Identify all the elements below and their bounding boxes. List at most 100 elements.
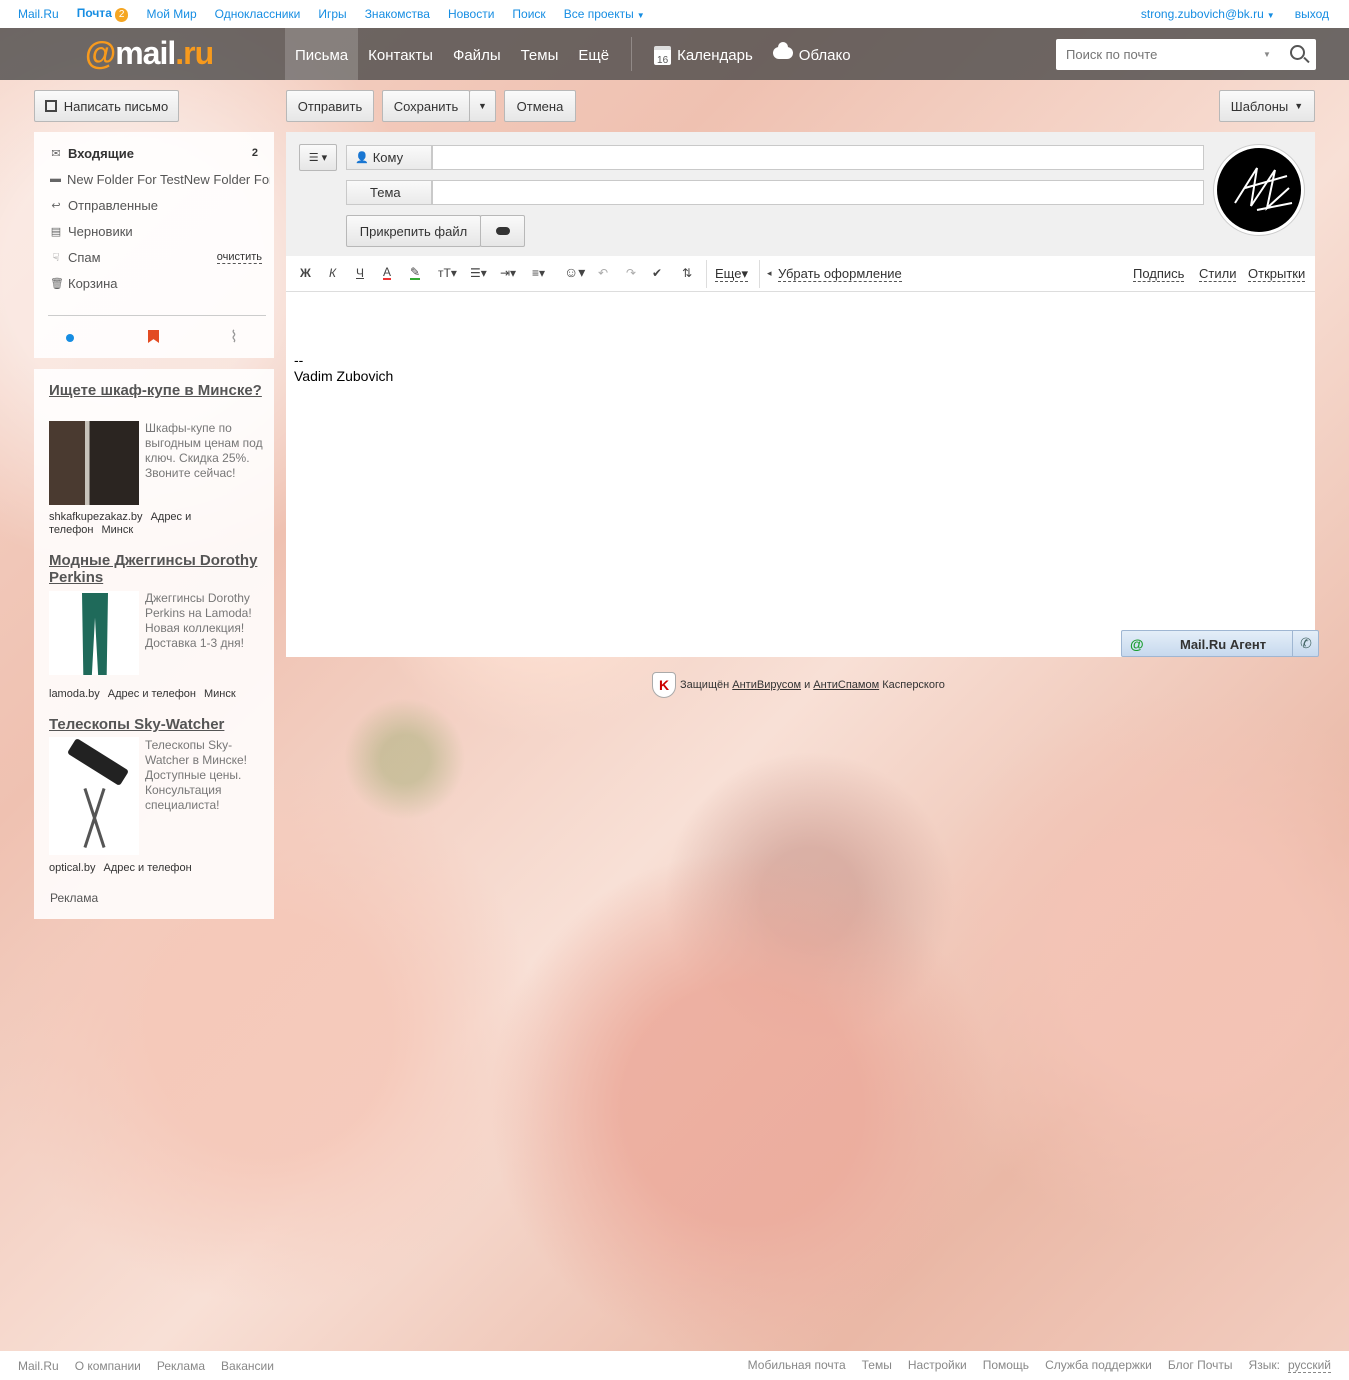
text-color-icon[interactable]: A xyxy=(383,266,392,280)
nav-contacts[interactable]: Контакты xyxy=(358,28,443,80)
nav-more[interactable]: Ещё xyxy=(568,28,619,80)
search-input[interactable] xyxy=(1056,39,1256,70)
signature-separator: -- xyxy=(294,352,304,368)
footer-link-ads[interactable]: Реклама xyxy=(157,1359,205,1373)
emoji-icon[interactable]: ☺▾ xyxy=(564,264,585,281)
italic-button[interactable]: К xyxy=(329,266,336,280)
cancel-button[interactable]: Отмена xyxy=(504,90,576,122)
footer-link-jobs[interactable]: Вакансии xyxy=(221,1359,274,1373)
ad-site[interactable]: shkafkupezakaz.by xyxy=(49,511,143,523)
ad-site[interactable]: optical.by xyxy=(49,862,95,874)
folder-label: Черновики xyxy=(68,223,133,239)
unread-filter-icon[interactable] xyxy=(66,334,74,342)
compose-button-label: Написать письмо xyxy=(63,98,169,114)
folder-drafts[interactable]: ▤ Черновики xyxy=(50,221,270,241)
portal-link-search[interactable]: Поиск xyxy=(512,7,545,21)
nav-letters[interactable]: Письма xyxy=(285,28,359,80)
signature-link[interactable]: Подпись xyxy=(1133,267,1185,282)
footer-link-about[interactable]: О компании xyxy=(75,1359,141,1373)
portal-link-all-projects[interactable]: Все проекты ▼ xyxy=(564,7,645,21)
message-body[interactable]: -- Vadim Zubovich xyxy=(294,352,393,384)
nav-cloud[interactable]: Облако xyxy=(763,28,861,80)
translit-icon[interactable]: ⇅ xyxy=(682,266,692,280)
ad-title[interactable]: Модные Джеггинсы Dorothy Perkins xyxy=(49,552,264,586)
antispam-link[interactable]: АнтиСпамом xyxy=(813,679,879,691)
search-icon[interactable] xyxy=(1290,45,1305,60)
align-icon[interactable]: ☰▾ xyxy=(470,266,487,280)
folder-trash[interactable]: 🗑 Корзина xyxy=(50,273,270,293)
footer-link-mobile[interactable]: Мобильная почта xyxy=(748,1358,846,1373)
ad-address[interactable]: Адрес и телефон xyxy=(103,862,191,874)
to-label[interactable]: 👤 Кому xyxy=(346,145,432,170)
recipients-menu-button[interactable]: ☰ ▾ xyxy=(299,144,337,171)
footer-link-help[interactable]: Помощь xyxy=(983,1358,1029,1373)
spellcheck-icon[interactable]: ✔ xyxy=(652,266,662,280)
attach-file-button[interactable]: Прикрепить файл xyxy=(346,215,481,247)
save-button[interactable]: Сохранить xyxy=(382,90,470,122)
phone-icon[interactable]: ✆ xyxy=(1292,631,1319,656)
underline-button[interactable]: Ч xyxy=(356,266,364,280)
indent-icon[interactable]: ⇥▾ xyxy=(500,266,516,280)
mailru-logo[interactable]: @mail.ru xyxy=(85,35,214,72)
postcards-link[interactable]: Открытки xyxy=(1248,267,1306,282)
footer-lang-label: Язык: xyxy=(1248,1358,1280,1372)
footer-link-settings[interactable]: Настройки xyxy=(908,1358,967,1373)
antivirus-link[interactable]: АнтиВирусом xyxy=(732,679,801,691)
folder-label: Спам xyxy=(68,249,101,265)
footer-link-blog[interactable]: Блог Почты xyxy=(1168,1358,1233,1373)
bold-button[interactable]: Ж xyxy=(300,266,311,280)
portal-link-mail[interactable]: Почта 2 xyxy=(77,6,129,22)
more-formatting-button[interactable]: Еще▾ xyxy=(715,267,748,282)
list-icon[interactable]: ≡▾ xyxy=(532,266,545,280)
folder-inbox[interactable]: ✉ Входящие 2 xyxy=(50,143,270,163)
ad-image-jeggings[interactable] xyxy=(49,591,139,675)
cloud-attach-button[interactable] xyxy=(480,215,525,247)
ad-site[interactable]: lamoda.by xyxy=(49,688,100,700)
ad-image-telescope[interactable] xyxy=(49,737,139,855)
avatar[interactable] xyxy=(1214,145,1304,235)
ad-address[interactable]: Адрес и телефон xyxy=(108,688,196,700)
undo-icon[interactable]: ↶ xyxy=(598,266,608,280)
folder-custom[interactable]: ▬ New Folder For TestNew Folder For Test xyxy=(50,169,270,189)
portal-link-games[interactable]: Игры xyxy=(318,7,346,21)
portal-link-news[interactable]: Новости xyxy=(448,7,494,21)
mailru-agent-bar[interactable]: @ Mail.Ru Агент ✆ xyxy=(1121,630,1319,657)
user-email-menu[interactable]: strong.zubovich@bk.ru ▼ xyxy=(1141,7,1275,21)
folder-sent[interactable]: ↩ Отправленные xyxy=(50,195,270,215)
to-field[interactable] xyxy=(432,145,1204,170)
nav-themes[interactable]: Темы xyxy=(511,28,569,80)
font-size-icon[interactable]: тT▾ xyxy=(438,266,457,280)
save-options-button[interactable]: ▼ xyxy=(469,90,496,122)
footer-link-themes[interactable]: Темы xyxy=(862,1358,892,1373)
folder-divider xyxy=(48,315,266,316)
folder-spam[interactable]: ☟ Спам очистить xyxy=(50,247,270,267)
portal-link-mailru[interactable]: Mail.Ru xyxy=(18,7,59,21)
send-button[interactable]: Отправить xyxy=(286,90,374,122)
logout-link[interactable]: выход xyxy=(1295,7,1329,21)
all-projects-label: Все проекты xyxy=(563,7,634,21)
ad-title[interactable]: Телескопы Sky-Watcher xyxy=(49,716,264,733)
redo-icon[interactable]: ↷ xyxy=(626,266,636,280)
templates-button[interactable]: Шаблоны ▼ xyxy=(1219,90,1315,122)
search-options-icon[interactable]: ▼ xyxy=(1263,50,1271,59)
highlight-color-icon[interactable]: ✎ xyxy=(410,266,421,280)
portal-link-ok[interactable]: Одноклассники xyxy=(215,7,301,21)
styles-link[interactable]: Стили xyxy=(1199,267,1237,282)
flag-filter-icon[interactable] xyxy=(148,330,159,343)
portal-link-my-world[interactable]: Мой Мир xyxy=(146,7,196,21)
footer-link-support[interactable]: Служба поддержки xyxy=(1045,1358,1152,1373)
footer-link-mailru[interactable]: Mail.Ru xyxy=(18,1359,59,1373)
compose-button[interactable]: Написать письмо xyxy=(34,90,179,122)
nav-calendar[interactable]: 16 Календарь xyxy=(644,28,763,80)
clean-spam-link[interactable]: очистить xyxy=(216,251,262,264)
language-selector[interactable]: русский xyxy=(1287,1358,1331,1373)
ad-image-wardrobe[interactable] xyxy=(49,421,139,505)
nav-files[interactable]: Файлы xyxy=(443,28,511,80)
portal-link-dating[interactable]: Знакомства xyxy=(365,7,430,21)
ad-title[interactable]: Ищете шкаф-купе в Минске? xyxy=(49,382,264,399)
ads-label[interactable]: Реклама xyxy=(50,891,98,905)
subject-field[interactable] xyxy=(432,180,1204,205)
attachment-filter-icon[interactable]: ⌇ xyxy=(230,327,238,347)
chevron-down-icon: ▼ xyxy=(636,11,645,20)
remove-formatting-link[interactable]: Убрать оформление xyxy=(778,267,902,282)
